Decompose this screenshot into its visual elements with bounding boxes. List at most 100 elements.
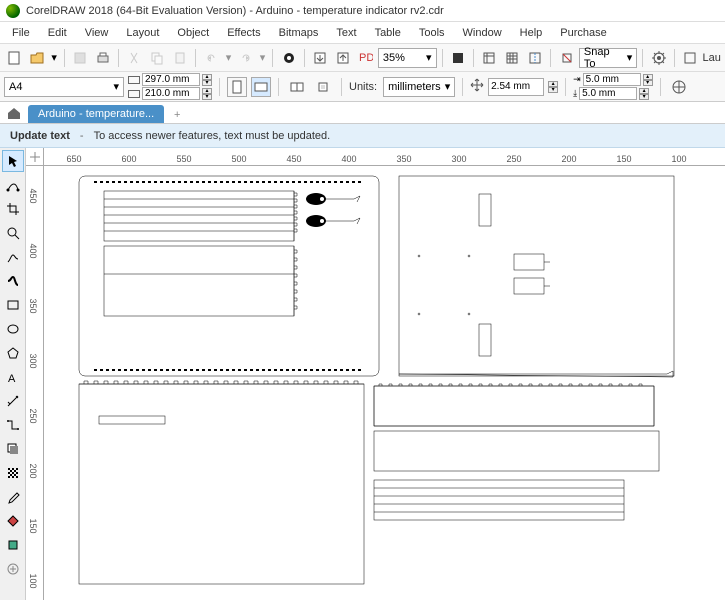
search-content-button[interactable] (278, 47, 299, 69)
options-button[interactable] (648, 47, 669, 69)
ellipse-tool[interactable] (2, 318, 24, 340)
show-guidelines-button[interactable] (525, 47, 546, 69)
width-spinner[interactable]: ▴▾ (202, 74, 212, 86)
horizontal-ruler[interactable]: 650 600 550 500 450 400 350 300 250 200 … (44, 148, 725, 166)
units-combo[interactable]: millimeters ▾ (383, 77, 455, 97)
nudge-spinner[interactable]: ▴▾ (548, 81, 558, 93)
paper-size-combo[interactable]: A4 ▾ (4, 77, 124, 97)
menu-purchase[interactable]: Purchase (552, 25, 614, 41)
snap-off-button[interactable] (556, 47, 577, 69)
units-label: Units: (349, 81, 377, 93)
artistic-media-tool[interactable] (2, 270, 24, 292)
zoom-combo[interactable]: 35% ▾ (378, 48, 437, 68)
shape-tool[interactable] (2, 174, 24, 196)
publish-pdf-button[interactable]: PDF (355, 47, 376, 69)
menu-object[interactable]: Object (169, 25, 217, 41)
menu-help[interactable]: Help (512, 25, 551, 41)
dup-y-input[interactable] (579, 87, 637, 100)
dup-y-icon: ⤓ (573, 88, 577, 99)
menu-table[interactable]: Table (367, 25, 409, 41)
ruler-origin[interactable] (26, 148, 44, 166)
vertical-ruler[interactable]: 450 400 350 300 250 200 150 100 (26, 166, 44, 600)
menu-view[interactable]: View (77, 25, 117, 41)
undo-button[interactable] (201, 47, 222, 69)
cut-button[interactable] (124, 47, 145, 69)
nudge-icon (470, 78, 484, 95)
eyedropper-tool[interactable] (2, 486, 24, 508)
crop-tool[interactable] (2, 198, 24, 220)
snap-to-label: Snap To (584, 46, 621, 70)
nudge-input[interactable] (488, 78, 544, 96)
dup-x-input[interactable] (583, 73, 641, 86)
dup-x-icon: ⇥ (573, 74, 581, 85)
new-button[interactable] (4, 47, 25, 69)
show-grid-button[interactable] (502, 47, 523, 69)
menu-effects[interactable]: Effects (219, 25, 268, 41)
smart-fill-tool[interactable] (2, 534, 24, 556)
text-tool[interactable]: A (2, 366, 24, 388)
undo-dropdown[interactable]: ▾ (224, 51, 233, 64)
connector-tool[interactable] (2, 414, 24, 436)
save-button[interactable] (70, 47, 91, 69)
notice-title: Update text (10, 130, 70, 142)
landscape-button[interactable] (251, 77, 271, 97)
rectangle-tool[interactable] (2, 294, 24, 316)
paste-button[interactable] (169, 47, 190, 69)
document-tab-label: Arduino - temperature... (38, 108, 154, 120)
menu-layout[interactable]: Layout (118, 25, 167, 41)
launch-button[interactable] (680, 47, 701, 69)
menu-bitmaps[interactable]: Bitmaps (271, 25, 327, 41)
drop-shadow-tool[interactable] (2, 438, 24, 460)
document-artwork (44, 166, 724, 600)
pick-tool[interactable] (2, 150, 24, 172)
parallel-dimension-tool[interactable] (2, 390, 24, 412)
open-dropdown[interactable]: ▾ (49, 51, 58, 64)
app-logo-icon (6, 4, 20, 18)
notice-message: To access newer features, text must be u… (94, 130, 331, 142)
page-width-input[interactable] (142, 73, 200, 86)
interactive-fill-tool[interactable] (2, 510, 24, 532)
welcome-tab-icon[interactable] (6, 105, 22, 124)
redo-button[interactable] (235, 47, 256, 69)
import-button[interactable] (310, 47, 331, 69)
menu-window[interactable]: Window (455, 25, 510, 41)
update-text-notice: Update text - To access newer features, … (0, 124, 725, 148)
copy-button[interactable] (147, 47, 168, 69)
svg-text:A: A (8, 373, 16, 384)
menu-file[interactable]: File (4, 25, 38, 41)
svg-text:PDF: PDF (359, 52, 373, 64)
canvas-area: 650 600 550 500 450 400 350 300 250 200 … (26, 148, 725, 600)
open-button[interactable] (27, 47, 48, 69)
portrait-button[interactable] (227, 77, 247, 97)
redo-dropdown[interactable]: ▾ (258, 51, 267, 64)
drawing-canvas[interactable] (44, 166, 725, 600)
dupx-spinner[interactable]: ▴▾ (643, 74, 653, 86)
current-page-button[interactable] (312, 76, 334, 98)
width-icon (128, 76, 140, 84)
toolbox: A (0, 148, 26, 600)
window-title: CorelDRAW 2018 (64-Bit Evaluation Versio… (26, 5, 444, 17)
treat-as-filled-button[interactable] (668, 76, 690, 98)
page-height-input[interactable] (142, 87, 200, 100)
height-spinner[interactable]: ▴▾ (202, 88, 212, 100)
transparency-tool[interactable] (2, 462, 24, 484)
export-button[interactable] (333, 47, 354, 69)
dupy-spinner[interactable]: ▴▾ (639, 88, 649, 100)
show-rulers-button[interactable] (479, 47, 500, 69)
print-button[interactable] (92, 47, 113, 69)
paper-size-value: A4 (9, 81, 22, 93)
quick-customize-button[interactable] (2, 558, 24, 580)
new-tab-button[interactable]: + (168, 107, 186, 123)
document-tab-bar: Arduino - temperature... + (0, 102, 725, 124)
fullscreen-preview-button[interactable] (447, 47, 468, 69)
zoom-tool[interactable] (2, 222, 24, 244)
polygon-tool[interactable] (2, 342, 24, 364)
snap-to-combo[interactable]: Snap To ▾ (579, 48, 637, 68)
menu-tools[interactable]: Tools (411, 25, 453, 41)
zoom-value: 35% (383, 52, 405, 64)
all-pages-button[interactable] (286, 76, 308, 98)
document-tab[interactable]: Arduino - temperature... (28, 105, 164, 123)
freehand-tool[interactable] (2, 246, 24, 268)
menu-text[interactable]: Text (328, 25, 364, 41)
menu-edit[interactable]: Edit (40, 25, 75, 41)
